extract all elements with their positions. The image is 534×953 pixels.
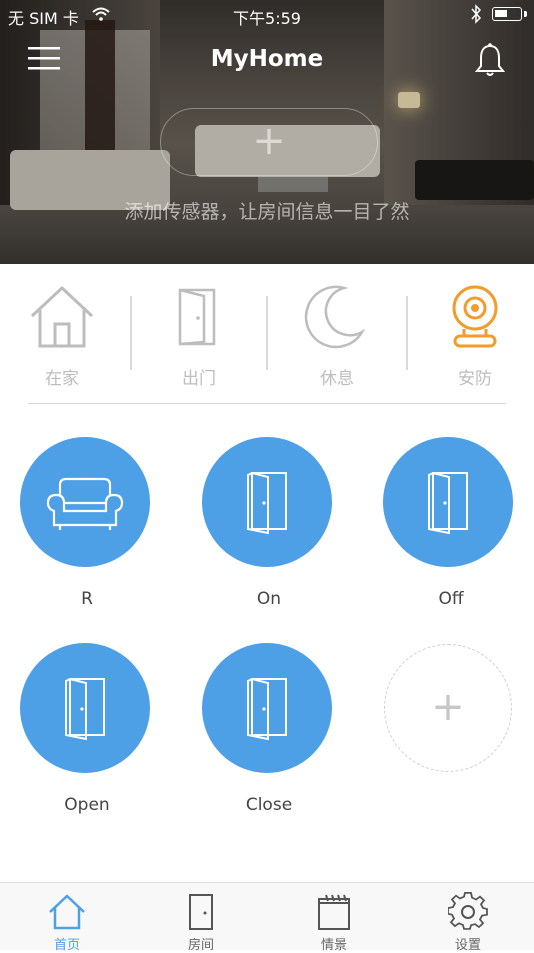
- clock-label: 下午5:59: [233, 9, 301, 28]
- tab-settings[interactable]: 设置: [423, 883, 513, 953]
- mode-label: 安防: [458, 369, 492, 389]
- gear-icon: [447, 891, 488, 930]
- clapperboard-icon: [318, 894, 350, 930]
- tab-rooms[interactable]: 房间: [156, 883, 246, 953]
- divider: [28, 403, 506, 404]
- mode-label: 休息: [320, 369, 354, 389]
- device-label: Off: [438, 589, 464, 609]
- home-icon: [30, 286, 94, 348]
- battery-icon: [492, 7, 522, 21]
- bell-icon[interactable]: [472, 42, 508, 78]
- tab-scenes[interactable]: 情景: [289, 883, 379, 953]
- tab-label: 房间: [187, 938, 214, 953]
- divider: [266, 296, 268, 370]
- divider: [130, 296, 132, 370]
- status-bar: 无 SIM 卡 下午5:59: [0, 0, 534, 30]
- mode-label: 出门: [182, 369, 216, 389]
- tab-label: 首页: [53, 938, 80, 953]
- tab-bar: 首页 房间 情景 设置: [0, 882, 534, 953]
- door-icon: [247, 678, 287, 741]
- add-device-button[interactable]: +: [384, 644, 512, 772]
- device-off[interactable]: [383, 437, 513, 567]
- device-label: Open: [64, 795, 110, 815]
- mode-security[interactable]: 安防: [415, 284, 534, 394]
- page-title: MyHome: [210, 46, 324, 72]
- plus-icon: +: [431, 684, 465, 730]
- device-open[interactable]: [20, 643, 150, 773]
- door-icon: [178, 288, 216, 346]
- add-sensor-button[interactable]: +: [160, 108, 378, 176]
- device-close[interactable]: [202, 643, 332, 773]
- mode-rest[interactable]: 休息: [277, 284, 397, 394]
- device-label: Close: [245, 795, 293, 815]
- door-icon: [65, 678, 105, 741]
- bluetooth-icon: [471, 4, 482, 24]
- device-on[interactable]: [202, 437, 332, 567]
- door-icon: [189, 894, 213, 930]
- device-label: R: [81, 589, 93, 609]
- divider: [406, 296, 408, 370]
- tab-label: 设置: [454, 938, 481, 953]
- device-label: On: [256, 589, 282, 609]
- home-icon: [49, 894, 85, 930]
- door-icon: [247, 472, 287, 535]
- add-sensor-hint: 添加传感器，让房间信息一目了然: [124, 201, 410, 223]
- tab-home[interactable]: 首页: [22, 883, 112, 953]
- camera-icon: [452, 285, 498, 348]
- plus-icon: +: [252, 118, 286, 164]
- moon-icon: [304, 285, 366, 349]
- mode-label: 在家: [45, 369, 79, 389]
- mode-away[interactable]: 出门: [139, 284, 259, 394]
- door-icon: [428, 472, 468, 535]
- tab-label: 情景: [320, 938, 347, 953]
- sofa-icon: [46, 477, 124, 530]
- device-r[interactable]: [20, 437, 150, 567]
- mode-home[interactable]: 在家: [2, 284, 122, 394]
